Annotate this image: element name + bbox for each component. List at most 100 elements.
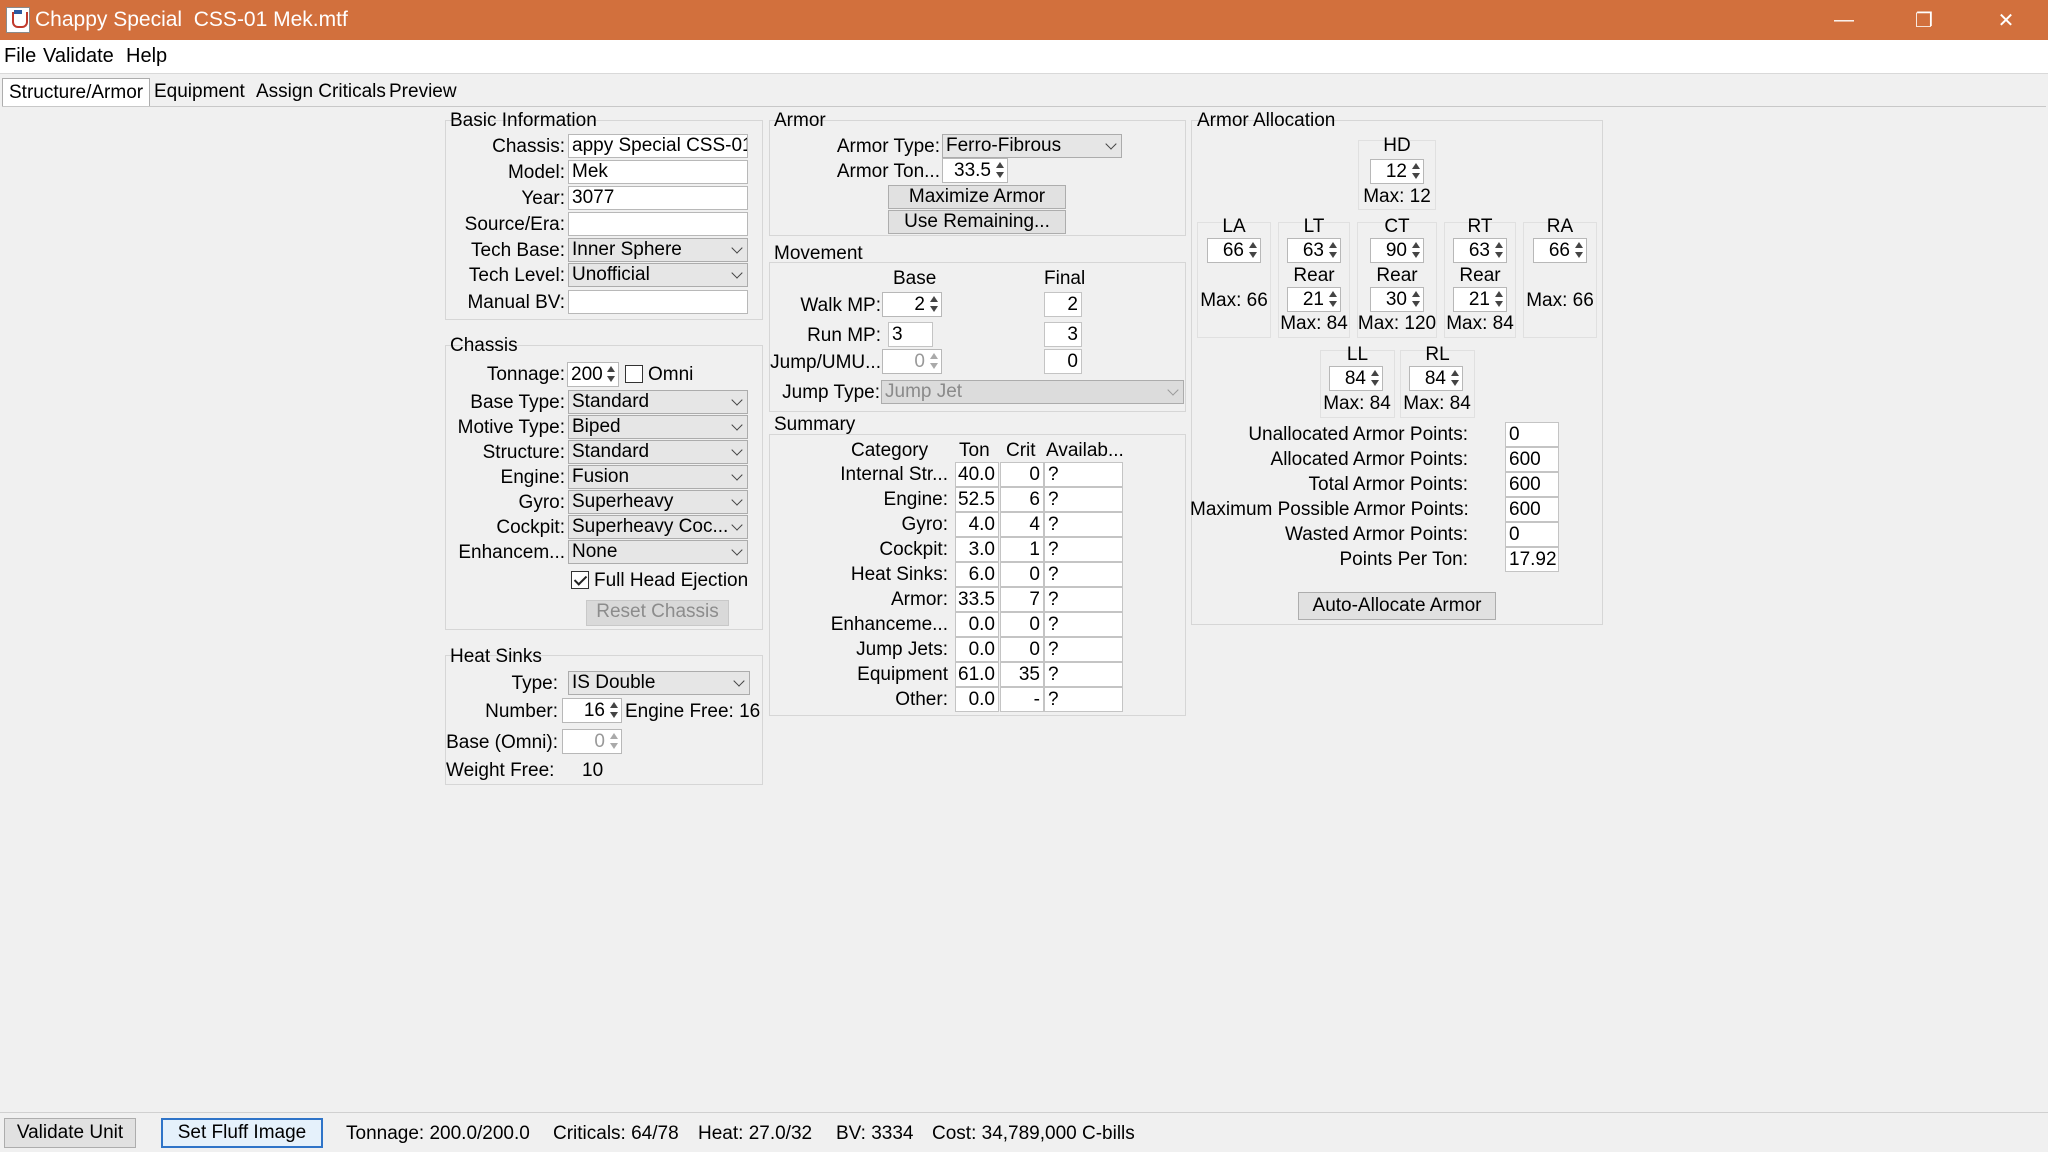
left-torso-armor-spinner[interactable]: 63 (1287, 238, 1341, 263)
summary-available-cell: ? (1044, 587, 1123, 612)
right-arm-armor-spinner[interactable]: 66 (1533, 238, 1587, 263)
right-leg-armor-spinner[interactable]: 84 (1409, 366, 1463, 391)
spinner-arrows-icon[interactable] (1247, 240, 1259, 261)
armor-stat-label: Points Per Ton: (1339, 549, 1468, 570)
right-torso-rear-spinner[interactable]: 21 (1453, 287, 1507, 312)
jump-type-select[interactable]: Jump Jet (881, 380, 1184, 404)
spinner-arrows-icon[interactable] (1327, 289, 1339, 310)
chevron-down-icon (733, 675, 745, 687)
spinner-arrows-icon[interactable] (928, 294, 940, 315)
chevron-down-icon (1105, 138, 1117, 150)
use-remaining-button[interactable]: Use Remaining... (888, 210, 1066, 234)
tech-level-select[interactable]: Unofficial (568, 263, 748, 287)
right-torso-armor-spinner[interactable]: 63 (1453, 238, 1507, 263)
summary-ton-cell: 4.0 (955, 512, 999, 537)
armor-type-select[interactable]: Ferro-Fibrous (942, 134, 1122, 158)
omni-label: Omni (648, 364, 694, 385)
enhancement-label: Enhancem... (458, 542, 565, 563)
armor-stat-label: Unallocated Armor Points: (1248, 424, 1468, 445)
tonnage-spinner[interactable]: 200 (567, 362, 619, 387)
year-label: Year: (521, 188, 565, 209)
gyro-select[interactable]: Superheavy (568, 490, 748, 514)
model-field[interactable]: Mek (568, 160, 748, 184)
left-arm-armor-spinner[interactable]: 66 (1207, 238, 1261, 263)
spinner-arrows-icon[interactable] (608, 731, 620, 752)
spinner-arrows-icon[interactable] (1327, 240, 1339, 261)
left-leg-armor-value: 84 (1344, 368, 1366, 389)
restore-button[interactable]: ❐ (1884, 0, 1964, 40)
spinner-arrows-icon[interactable] (608, 700, 620, 721)
head-armor-spinner[interactable]: 12 (1370, 159, 1424, 184)
chassis-name-field[interactable]: appy Special CSS-01 (568, 134, 748, 158)
armor-stat-label: Allocated Armor Points: (1270, 449, 1468, 470)
summary-crit-cell: 0 (1000, 612, 1044, 637)
armor-stat-value: 17.92 (1505, 547, 1559, 572)
motive-type-select[interactable]: Biped (568, 415, 748, 439)
left-torso-rear-spinner[interactable]: 21 (1287, 287, 1341, 312)
base-type-select[interactable]: Standard (568, 390, 748, 414)
left-arm-armor-value: 66 (1222, 240, 1244, 261)
heat-sink-number-spinner[interactable]: 16 (562, 698, 622, 723)
spinner-arrows-icon[interactable] (1493, 289, 1505, 310)
menu-bar: File Validate Help (0, 40, 2048, 74)
spinner-arrows-icon[interactable] (1410, 161, 1422, 182)
year-field[interactable]: 3077 (568, 186, 748, 210)
basic-information-title: Basic Information (450, 110, 597, 131)
heat-sink-type-select[interactable]: IS Double (568, 671, 750, 695)
validate-unit-button[interactable]: Validate Unit (4, 1118, 136, 1148)
spinner-arrows-icon[interactable] (1410, 240, 1422, 261)
tech-base-select[interactable]: Inner Sphere (568, 238, 748, 262)
spinner-arrows-icon[interactable] (1449, 368, 1461, 389)
base-omni-spinner[interactable]: 0 (562, 729, 622, 754)
walk-mp-spinner[interactable]: 2 (882, 292, 942, 317)
omni-checkbox[interactable] (625, 365, 643, 383)
armor-title: Armor (774, 110, 826, 131)
summary-header-ton: Ton (959, 440, 990, 461)
left-leg-armor-spinner[interactable]: 84 (1329, 366, 1383, 391)
tab-equipment[interactable]: Equipment (148, 80, 251, 107)
full-head-ejection-label: Full Head Ejection (594, 570, 749, 591)
maximize-armor-button[interactable]: Maximize Armor (888, 185, 1066, 209)
movement-final-header: Final (1044, 268, 1086, 289)
tab-preview[interactable]: Preview (383, 80, 463, 107)
auto-allocate-armor-button[interactable]: Auto-Allocate Armor (1298, 592, 1496, 620)
heat-sinks-title: Heat Sinks (450, 646, 542, 667)
enhancement-select[interactable]: None (568, 540, 748, 564)
right-torso-armor-value: 63 (1468, 240, 1490, 261)
menu-file[interactable]: File (4, 45, 36, 68)
cockpit-label: Cockpit: (496, 517, 565, 538)
spinner-arrows-icon[interactable] (928, 351, 940, 372)
close-button[interactable]: ✕ (1966, 0, 2046, 40)
center-torso-armor-spinner[interactable]: 90 (1370, 238, 1424, 263)
source-era-field[interactable] (568, 212, 748, 236)
armor-stat-label: Total Armor Points: (1308, 474, 1468, 495)
window-title: Chappy Special CSS-01 Mek.mtf (35, 8, 348, 31)
menu-validate[interactable]: Validate (43, 45, 114, 68)
spinner-arrows-icon[interactable] (994, 160, 1006, 181)
set-fluff-image-button[interactable]: Set Fluff Image (161, 1118, 323, 1148)
tab-structure-armor[interactable]: Structure/Armor (2, 78, 151, 107)
summary-available-cell: ? (1044, 487, 1123, 512)
spinner-arrows-icon[interactable] (1493, 240, 1505, 261)
reset-chassis-button[interactable]: Reset Chassis (586, 600, 729, 626)
chassis-name-label: Chassis: (492, 136, 565, 157)
armor-tonnage-spinner[interactable]: 33.5 (942, 158, 1008, 183)
manual-bv-field[interactable] (568, 290, 748, 314)
status-cost: Cost: 34,789,000 C-bills (932, 1123, 1135, 1144)
chevron-down-icon (731, 519, 743, 531)
jump-mp-spinner[interactable]: 0 (882, 349, 942, 374)
spinner-arrows-icon[interactable] (605, 364, 617, 385)
engine-select[interactable]: Fusion (568, 465, 748, 489)
center-torso-rear-spinner[interactable]: 30 (1370, 287, 1424, 312)
spinner-arrows-icon[interactable] (1369, 368, 1381, 389)
menu-help[interactable]: Help (126, 45, 167, 68)
spinner-arrows-icon[interactable] (1573, 240, 1585, 261)
structure-select[interactable]: Standard (568, 440, 748, 464)
jump-type-label: Jump Type: (782, 382, 880, 403)
cockpit-select[interactable]: Superheavy Coc... (568, 515, 748, 539)
tab-assign-criticals[interactable]: Assign Criticals (250, 80, 392, 107)
minimize-button[interactable]: — (1804, 0, 1884, 40)
full-head-ejection-checkbox[interactable] (571, 571, 589, 589)
right-arm-max: Max: 66 (1526, 290, 1594, 311)
spinner-arrows-icon[interactable] (1410, 289, 1422, 310)
